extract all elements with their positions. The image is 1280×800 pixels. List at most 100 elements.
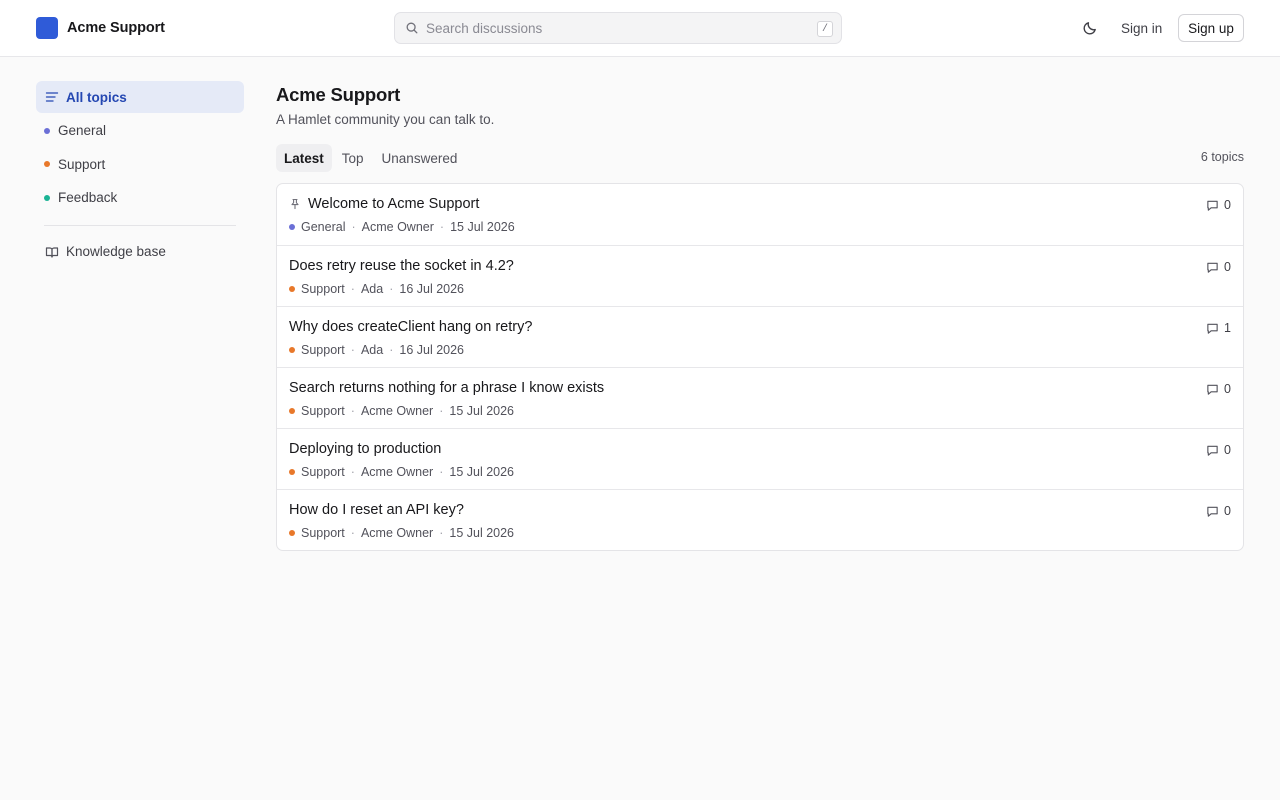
brand-link[interactable]: Acme Support bbox=[36, 17, 165, 39]
reply-count-value: 1 bbox=[1224, 321, 1231, 335]
meta-separator: · bbox=[350, 343, 355, 357]
topic-author[interactable]: Acme Owner bbox=[361, 404, 433, 418]
topic-date: 16 Jul 2026 bbox=[399, 343, 465, 357]
topic-date: 15 Jul 2026 bbox=[449, 526, 515, 540]
topic-author[interactable]: Acme Owner bbox=[361, 465, 433, 479]
topic-title[interactable]: Does retry reuse the socket in 4.2? bbox=[289, 258, 514, 274]
reply-count-value: 0 bbox=[1224, 260, 1231, 274]
reply-count: 0 bbox=[1206, 504, 1231, 518]
topic-category[interactable]: Support bbox=[301, 465, 345, 479]
topic-category[interactable]: General bbox=[301, 220, 345, 234]
topic-meta: Support · Ada · 16 Jul 2026 bbox=[289, 343, 464, 357]
meta-separator: · bbox=[439, 465, 444, 479]
book-icon bbox=[45, 247, 59, 258]
topic-row[interactable]: Deploying to production Support · Acme O… bbox=[277, 428, 1243, 489]
topic-title[interactable]: Welcome to Acme Support bbox=[289, 196, 479, 212]
sidebar-item-all-topics[interactable]: All topics bbox=[36, 81, 244, 113]
reply-count: 1 bbox=[1206, 321, 1231, 335]
search-icon bbox=[406, 22, 418, 34]
topic-meta: General · Acme Owner · 15 Jul 2026 bbox=[289, 220, 515, 234]
reply-count-value: 0 bbox=[1224, 443, 1231, 457]
sidebar-item-feedback[interactable]: Feedback bbox=[36, 182, 244, 214]
topic-author[interactable]: Ada bbox=[361, 282, 383, 296]
topic-title-text: How do I reset an API key? bbox=[289, 502, 464, 518]
sign-up-button[interactable]: Sign up bbox=[1178, 14, 1244, 42]
topic-title[interactable]: Search returns nothing for a phrase I kn… bbox=[289, 380, 604, 396]
sign-in-button[interactable]: Sign in bbox=[1112, 14, 1171, 42]
topic-title-text: Welcome to Acme Support bbox=[308, 196, 480, 212]
category-dot bbox=[289, 469, 295, 475]
page-title: Acme Support bbox=[276, 84, 401, 105]
sidebar-item-label: Knowledge base bbox=[66, 244, 166, 260]
topic-category[interactable]: Support bbox=[301, 282, 345, 296]
topic-tabs: Latest Top Unanswered 6 topics bbox=[276, 144, 1244, 172]
reply-count: 0 bbox=[1206, 198, 1231, 212]
topic-date: 15 Jul 2026 bbox=[449, 465, 515, 479]
meta-separator: · bbox=[439, 526, 444, 540]
topic-title[interactable]: How do I reset an API key? bbox=[289, 502, 464, 518]
search-input[interactable] bbox=[426, 13, 806, 43]
brand-name: Acme Support bbox=[67, 20, 165, 36]
topic-category[interactable]: Support bbox=[301, 526, 345, 540]
topic-title-text: Deploying to production bbox=[289, 441, 442, 457]
topic-row[interactable]: Welcome to Acme Support General · Acme O… bbox=[277, 184, 1243, 245]
topic-count: 6 topics bbox=[1200, 150, 1244, 164]
category-dot bbox=[289, 408, 295, 414]
sidebar-divider bbox=[44, 224, 236, 226]
category-dot bbox=[44, 127, 50, 134]
topic-meta: Support · Acme Owner · 15 Jul 2026 bbox=[289, 526, 514, 540]
meta-separator: · bbox=[350, 404, 355, 418]
top-bar: Acme Support / Sign in Sign up bbox=[0, 0, 1280, 57]
tab-top[interactable]: Top bbox=[334, 144, 372, 172]
tab-unanswered[interactable]: Unanswered bbox=[374, 144, 466, 172]
topic-author[interactable]: Acme Owner bbox=[362, 220, 434, 234]
comment-icon bbox=[1207, 384, 1218, 395]
topic-author[interactable]: Ada bbox=[361, 343, 383, 357]
sidebar-item-label: Feedback bbox=[58, 190, 118, 206]
topic-date: 15 Jul 2026 bbox=[450, 220, 515, 234]
topic-title[interactable]: Deploying to production bbox=[289, 441, 441, 457]
sidebar-item-support[interactable]: Support bbox=[36, 148, 244, 180]
category-dot bbox=[289, 347, 295, 353]
topic-category[interactable]: Support bbox=[301, 404, 345, 418]
category-dot bbox=[44, 161, 50, 168]
category-dot bbox=[289, 286, 295, 292]
meta-separator: · bbox=[350, 282, 355, 296]
topic-meta: Support · Acme Owner · 15 Jul 2026 bbox=[289, 404, 514, 418]
topic-category[interactable]: Support bbox=[301, 343, 345, 357]
search-shortcut-hint: / bbox=[817, 21, 833, 37]
search-box: / bbox=[394, 12, 842, 44]
category-dot bbox=[289, 224, 295, 230]
topic-title-text: Search returns nothing for a phrase I kn… bbox=[289, 380, 605, 396]
reply-count: 0 bbox=[1206, 382, 1231, 396]
topic-title[interactable]: Why does createClient hang on retry? bbox=[289, 319, 532, 335]
topic-row[interactable]: Does retry reuse the socket in 4.2? Supp… bbox=[277, 245, 1243, 306]
meta-separator: · bbox=[350, 526, 355, 540]
comment-icon bbox=[1207, 323, 1218, 334]
sidebar-item-label: General bbox=[58, 123, 107, 139]
reply-count-value: 0 bbox=[1224, 198, 1231, 212]
topic-row[interactable]: Search returns nothing for a phrase I kn… bbox=[277, 367, 1243, 428]
topic-author[interactable]: Acme Owner bbox=[361, 526, 433, 540]
meta-separator: · bbox=[439, 220, 445, 234]
reply-count: 0 bbox=[1206, 443, 1231, 457]
topic-date: 15 Jul 2026 bbox=[449, 404, 515, 418]
comment-icon bbox=[1207, 445, 1218, 456]
tab-latest[interactable]: Latest bbox=[276, 144, 332, 172]
theme-toggle-button[interactable] bbox=[1080, 18, 1100, 38]
comment-icon bbox=[1207, 506, 1218, 517]
meta-separator: · bbox=[389, 343, 394, 357]
topic-row[interactable]: How do I reset an API key? Support · Acm… bbox=[277, 489, 1243, 550]
topic-list: Welcome to Acme Support General · Acme O… bbox=[276, 183, 1244, 551]
meta-separator: · bbox=[351, 220, 356, 234]
reply-count-value: 0 bbox=[1224, 504, 1231, 518]
sidebar-item-knowledge-base[interactable]: Knowledge base bbox=[36, 236, 244, 268]
category-dot bbox=[289, 530, 295, 536]
topic-row[interactable]: Why does createClient hang on retry? Sup… bbox=[277, 306, 1243, 367]
sidebar: All topics General Support Feedback Know… bbox=[36, 81, 244, 269]
pin-icon bbox=[291, 198, 299, 210]
moon-icon bbox=[1083, 22, 1096, 35]
sidebar-item-general[interactable]: General bbox=[36, 115, 244, 147]
topic-meta: Support · Ada · 16 Jul 2026 bbox=[289, 282, 464, 296]
list-icon bbox=[45, 92, 59, 102]
